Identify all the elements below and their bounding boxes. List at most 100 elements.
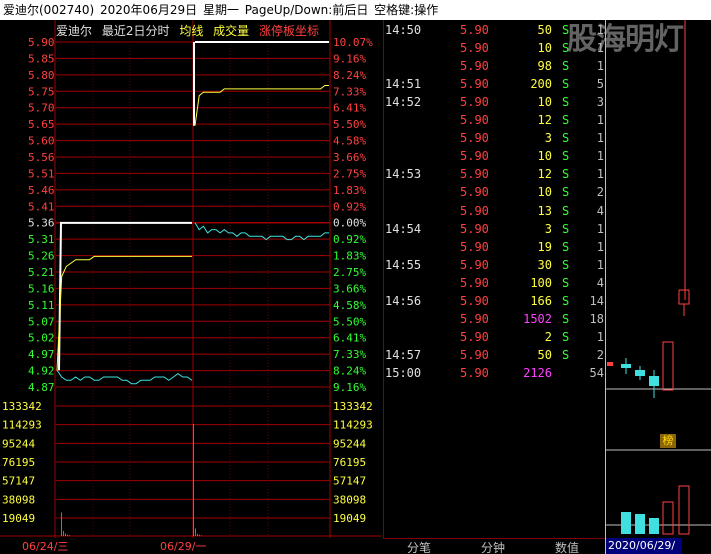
trade-row[interactable]: 5.90 12 S 1 — [384, 111, 606, 129]
trade-volume: 3 — [544, 221, 552, 236]
trade-price: 5.90 — [460, 221, 489, 236]
volume-bar-day2 — [197, 533, 198, 536]
trade-price: 5.90 — [460, 131, 489, 146]
pct-tick-label: 1.83% — [333, 250, 366, 263]
trade-price: 5.90 — [460, 257, 489, 272]
trade-row[interactable]: 14:56 5.90 166 S 14 — [384, 292, 606, 310]
trade-row[interactable]: 5.90 98 S 1 — [384, 57, 606, 75]
trade-row[interactable]: 5.90 100 S 4 — [384, 274, 606, 292]
trade-row[interactable]: 5.90 3 S 1 — [384, 129, 606, 147]
trade-side: S — [562, 185, 570, 200]
trade-side: S — [562, 239, 570, 254]
trade-time: 14:54 — [385, 221, 422, 236]
date-axis: 06/24/三 06/29/一 — [0, 538, 381, 554]
trade-row[interactable]: 5.90 10 S 1 — [384, 147, 606, 165]
limit-axis-legend: 涨停板坐标 — [259, 24, 320, 38]
pct-tick-label: 6.41% — [333, 102, 366, 115]
trade-count: 2 — [596, 185, 604, 200]
chart-period: 最近2日分时 — [101, 24, 170, 38]
trade-ticks-panel[interactable]: 14:50 5.90 50 S 1 5.90 10 S 1 5.90 98 S 1 14:51 5.90 20… — [383, 20, 605, 538]
intraday-chart-svg[interactable]: 5.90 10.07% 5.85 9.16% 5.80 8.24% 5.75 7.33% 5.7… — [0, 20, 381, 538]
pct-tick-label: 0.00% — [333, 217, 366, 230]
trade-volume: 98 — [537, 59, 552, 74]
pct-tick-label: 8.24% — [333, 365, 366, 378]
pct-tick-label: 5.50% — [333, 118, 366, 131]
price-tick-label: 5.46 — [28, 184, 55, 197]
trade-side: S — [562, 59, 570, 74]
trade-row[interactable]: 14:57 5.90 50 S 2 — [384, 346, 606, 364]
weekday-label: 星期一 — [202, 3, 239, 17]
trade-row[interactable]: 5.90 19 S 1 — [384, 238, 606, 256]
kline-panel[interactable] — [605, 20, 711, 554]
price-tick-label: 5.02 — [28, 332, 55, 345]
price-tick-label: 5.70 — [28, 102, 55, 115]
tab-ticks[interactable]: 分笔 — [407, 539, 431, 554]
trade-side: S — [562, 149, 570, 164]
trade-count: 18 — [589, 311, 604, 326]
trade-row[interactable]: 14:55 5.90 30 S 1 — [384, 256, 606, 274]
trade-row[interactable]: 14:52 5.90 10 S 3 — [384, 93, 606, 111]
price-tick-label: 5.31 — [28, 233, 55, 246]
trade-side: S — [562, 275, 570, 290]
trade-time: 14:51 — [385, 77, 422, 92]
trade-row[interactable]: 5.90 10 S 2 — [384, 183, 606, 201]
trade-price: 5.90 — [460, 329, 489, 344]
chart-header: 爱迪尔 最近2日分时 均线 成交量 涨停板坐标 — [56, 22, 325, 38]
volume-bar-day1 — [65, 533, 66, 536]
ranking-badge[interactable]: 榜 — [660, 434, 676, 448]
trade-row[interactable]: 14:51 5.90 200 S 5 — [384, 75, 606, 93]
trade-price: 5.90 — [460, 185, 489, 200]
trade-row[interactable]: 5.90 2 S 1 — [384, 328, 606, 346]
trade-row[interactable]: 14:54 5.90 3 S 1 — [384, 220, 606, 238]
trade-volume: 13 — [537, 203, 552, 218]
trade-row[interactable]: 5.90 1502 S 18 — [384, 310, 606, 328]
kline-volume-bar — [649, 518, 659, 534]
price-tick-label: 5.56 — [28, 151, 55, 164]
intraday-chart[interactable]: 5.90 10.07% 5.85 9.16% 5.80 8.24% 5.75 7.33% 5.7… — [0, 20, 381, 538]
pct-tick-label: 5.50% — [333, 315, 366, 328]
trade-count: 1 — [596, 113, 604, 128]
volume-bar-day2 — [195, 528, 196, 536]
watermark-text: 股海明灯 — [567, 22, 684, 57]
pct-tick-label: 2.75% — [333, 266, 366, 279]
volume-tick-label-right: 57147 — [333, 475, 366, 488]
avg-line-day1 — [56, 255, 192, 371]
trade-price: 5.90 — [460, 275, 489, 290]
pct-tick-label: 4.58% — [333, 135, 366, 148]
price-tick-label: 5.26 — [28, 250, 55, 263]
trade-volume: 50 — [537, 347, 552, 362]
trade-price: 5.90 — [460, 203, 489, 218]
trade-side: S — [562, 113, 570, 128]
trade-time: 14:53 — [385, 167, 422, 182]
tab-values[interactable]: 数值 — [555, 539, 579, 554]
trade-count: 1 — [596, 131, 604, 146]
trade-price: 5.90 — [460, 347, 489, 362]
trade-volume: 2 — [544, 329, 552, 344]
trade-count: 1 — [596, 59, 604, 74]
pct-tick-label: 7.33% — [333, 348, 366, 361]
volume-tick-label: 76195 — [2, 456, 35, 469]
trade-count: 1 — [596, 167, 604, 182]
trade-side: S — [562, 311, 570, 326]
trade-price: 5.90 — [460, 293, 489, 308]
trade-price: 5.90 — [460, 167, 489, 182]
pct-tick-label: 8.24% — [333, 69, 366, 82]
trade-side: S — [562, 77, 570, 92]
tab-minutes[interactable]: 分钟 — [481, 539, 505, 554]
trade-row[interactable]: 5.90 13 S 4 — [384, 202, 606, 220]
volume-bar-day1 — [67, 534, 68, 536]
trade-volume: 1502 — [523, 311, 552, 326]
trade-count: 4 — [596, 203, 604, 218]
trade-price: 5.90 — [460, 23, 489, 37]
trade-time: 14:56 — [385, 293, 422, 308]
pct-tick-label: 0.92% — [333, 200, 366, 213]
trade-price: 5.90 — [460, 113, 489, 128]
pct-tick-label: 6.41% — [333, 332, 366, 345]
trade-volume: 50 — [537, 23, 552, 37]
stock-name-code: 爱迪尔(002740) — [3, 3, 95, 17]
trade-row[interactable]: 15:00 5.90 2126 54 — [384, 364, 606, 382]
trade-time: 14:50 — [385, 23, 422, 37]
price-tick-label: 5.11 — [28, 299, 55, 312]
trade-price: 5.90 — [460, 239, 489, 254]
trade-row[interactable]: 14:53 5.90 12 S 1 — [384, 165, 606, 183]
